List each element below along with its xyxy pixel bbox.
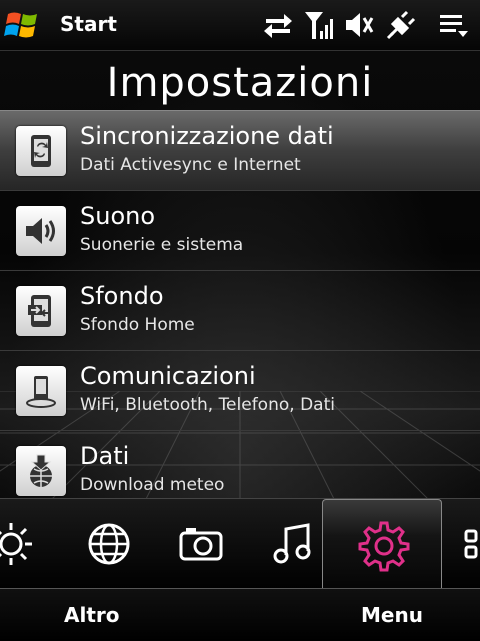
menu-icon[interactable] (438, 9, 470, 41)
settings-item-sync[interactable]: Sincronizzazione dati Dati Activesync e … (0, 110, 480, 191)
settings-item-subtitle: Suonerie e sistema (80, 235, 244, 255)
sync-arrows-icon[interactable] (262, 9, 294, 41)
windows-start-icon[interactable] (4, 8, 42, 42)
music-icon (273, 523, 311, 564)
settings-item-subtitle: Sfondo Home (80, 315, 195, 335)
settings-item-title: Sfondo (80, 282, 164, 310)
globe-icon (88, 523, 130, 565)
gear-icon (358, 521, 410, 572)
camera-icon (179, 528, 223, 561)
settings-item-wallpaper[interactable]: Sfondo Sfondo Home (0, 271, 480, 351)
tab-camera[interactable] (166, 507, 236, 581)
settings-item-subtitle: Download meteo (80, 475, 225, 495)
settings-item-title: Sincronizzazione dati (80, 122, 334, 150)
settings-item-subtitle: WiFi, Bluetooth, Telefono, Dati (80, 395, 335, 415)
tab-internet[interactable] (74, 507, 144, 581)
tab-settings[interactable] (322, 499, 442, 590)
settings-item-title: Comunicazioni (80, 362, 256, 390)
soft-key-bar: Altro Menu (0, 588, 480, 641)
signal-icon[interactable] (302, 9, 334, 41)
sun-icon (0, 523, 32, 565)
settings-item-title: Suono (80, 202, 156, 230)
wallpaper-icon (16, 286, 66, 336)
speaker-icon (16, 206, 66, 256)
menu-softkey[interactable]: Menu (361, 603, 423, 627)
apps-icon (464, 529, 478, 559)
settings-item-title: Dati (80, 442, 130, 470)
tab-apps[interactable] (446, 507, 480, 581)
tab-strip (0, 498, 480, 590)
tab-weather[interactable] (0, 507, 46, 581)
settings-item-sound[interactable]: Suono Suonerie e sistema (0, 191, 480, 271)
settings-item-subtitle: Dati Activesync e Internet (80, 155, 301, 175)
settings-list: Sincronizzazione dati Dati Activesync e … (0, 110, 480, 511)
sync-phone-icon (16, 126, 66, 176)
altro-softkey[interactable]: Altro (64, 603, 120, 627)
settings-item-communications[interactable]: Comunicazioni WiFi, Bluetooth, Telefono,… (0, 351, 480, 431)
speaker-muted-icon[interactable] (343, 9, 375, 41)
page-title: Impostazioni (106, 60, 374, 106)
phone-wireless-icon (16, 366, 66, 416)
tab-music[interactable] (258, 507, 328, 581)
status-bar: Start (0, 0, 480, 51)
plug-icon[interactable] (385, 9, 417, 41)
start-label[interactable]: Start (60, 12, 117, 36)
download-globe-icon (16, 446, 66, 496)
